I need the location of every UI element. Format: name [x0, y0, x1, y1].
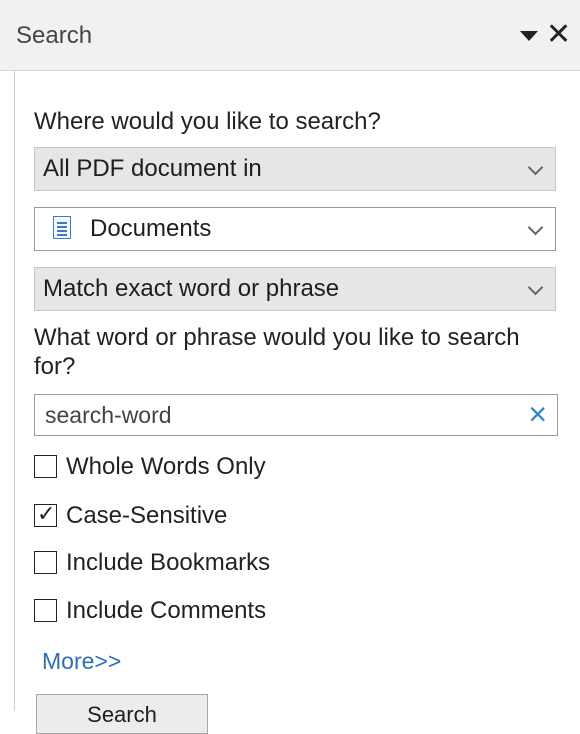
search-input[interactable]: search-word × — [34, 394, 558, 436]
location-select[interactable]: Documents — [34, 207, 556, 251]
phrase-label: What word or phrase would you like to se… — [34, 324, 520, 380]
document-icon — [53, 216, 71, 239]
search-input-value: search-word — [45, 402, 172, 428]
checkmark-icon: ✓ — [37, 501, 56, 526]
chevron-down-icon — [527, 279, 544, 296]
match-select[interactable]: Match exact word or phrase — [34, 267, 556, 311]
scope-select-value: All PDF document in — [43, 155, 262, 182]
option-label: Include Comments — [66, 597, 267, 624]
panel-title: Search — [16, 22, 93, 49]
chevron-down-icon — [527, 159, 544, 176]
checkbox-whole-words[interactable] — [34, 455, 57, 478]
checkbox-include-comments[interactable] — [34, 599, 57, 622]
match-select-value: Match exact word or phrase — [43, 275, 340, 302]
more-link[interactable]: More>> — [42, 648, 121, 675]
search-button[interactable]: Search — [36, 694, 208, 734]
option-label: Include Bookmarks — [66, 549, 271, 576]
option-label: Whole Words Only — [66, 453, 266, 480]
panel-header: Search ✕ — [0, 0, 580, 71]
scope-select[interactable]: All PDF document in — [34, 147, 556, 191]
option-label: Case-Sensitive — [66, 502, 228, 529]
checkbox-include-bookmarks[interactable] — [34, 551, 57, 574]
checkbox-case-sensitive[interactable]: ✓ — [34, 501, 57, 527]
chevron-down-icon — [527, 219, 544, 236]
where-label: Where would you like to search? — [34, 108, 381, 135]
clear-icon[interactable]: × — [528, 397, 547, 431]
dropdown-arrow-icon[interactable] — [520, 31, 538, 41]
location-select-value: Documents — [90, 215, 212, 242]
close-icon[interactable]: ✕ — [546, 20, 571, 50]
